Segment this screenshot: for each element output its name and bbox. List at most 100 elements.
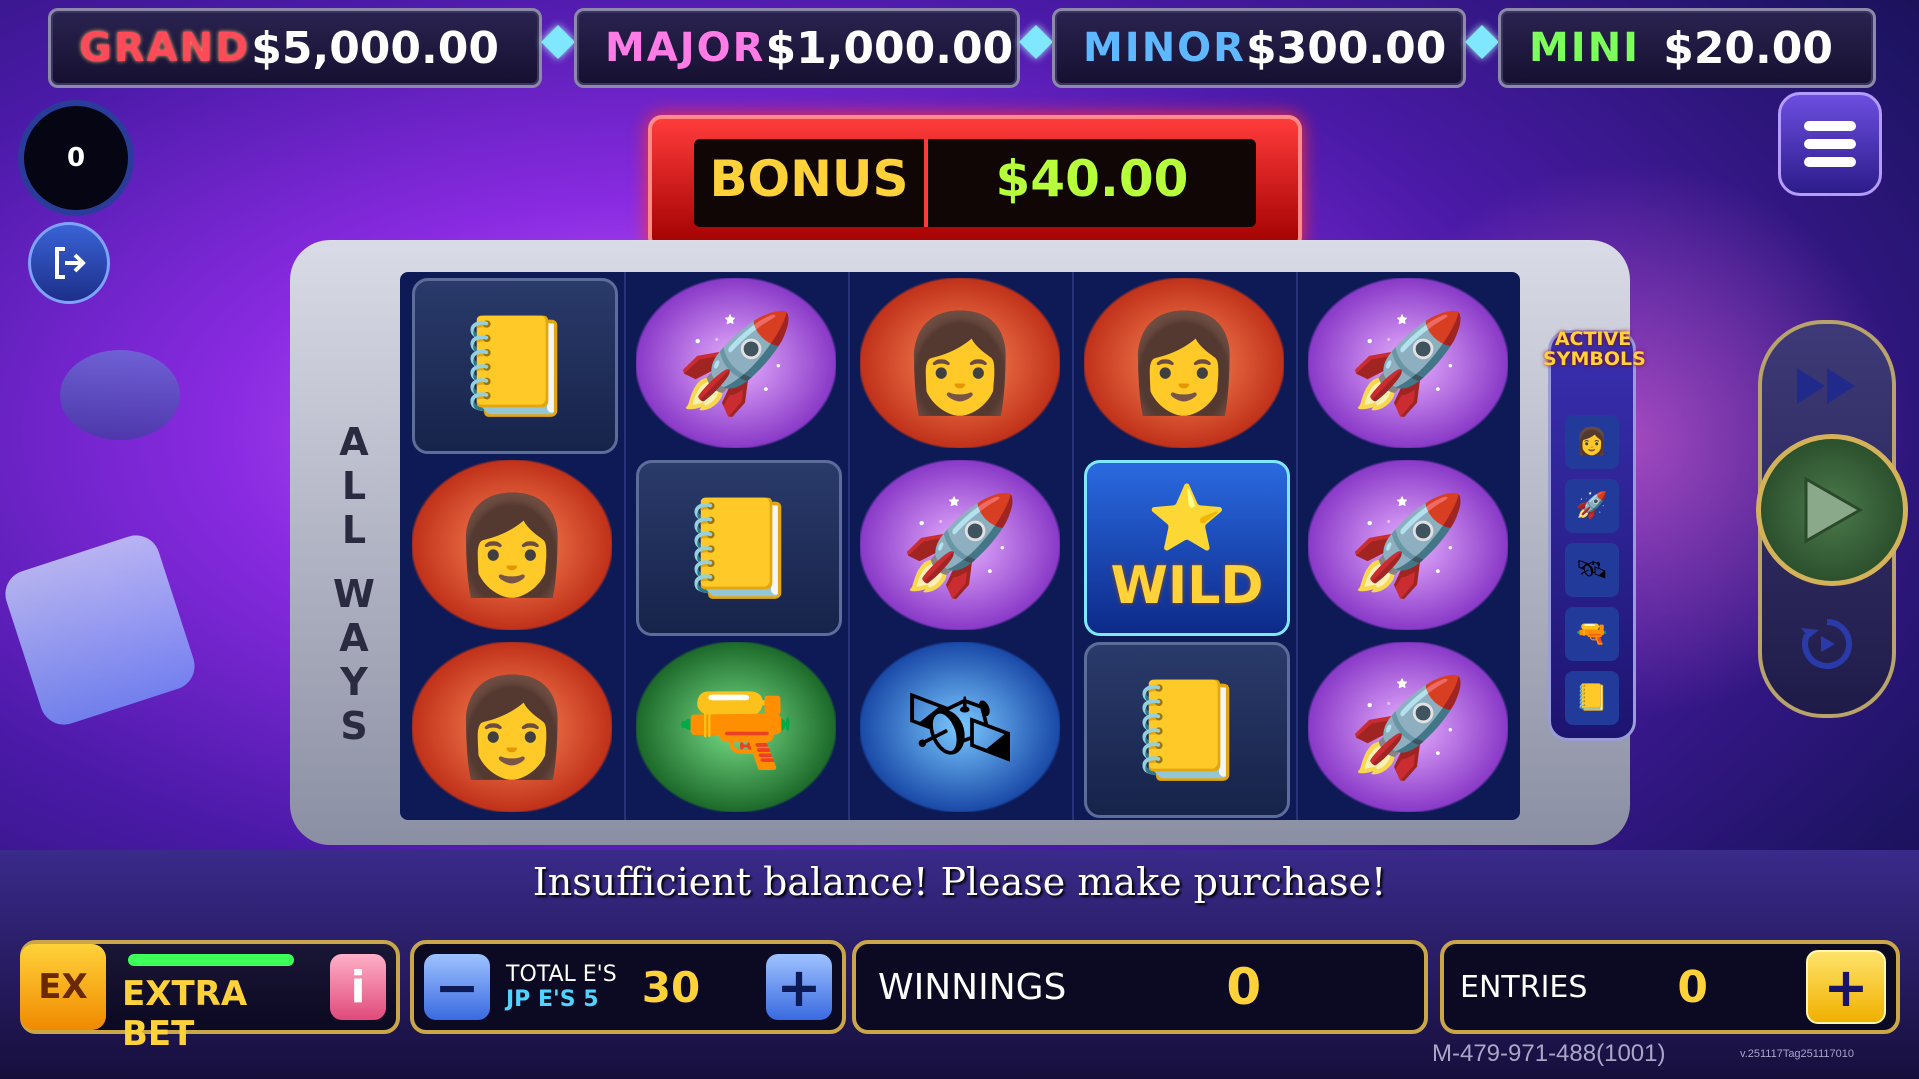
- reel-2: 🚀 📒 🔫: [624, 272, 850, 820]
- satellite-symbol-icon: 🛰: [860, 642, 1060, 812]
- rocket-symbol-icon: 🚀: [636, 278, 836, 448]
- rocket-glyph: 🚀: [1348, 488, 1468, 601]
- extra-bet-indicator: [128, 954, 294, 966]
- girl-symbol-icon: 👩: [412, 460, 612, 630]
- active-symbol-card-icon: 📒: [1565, 671, 1619, 725]
- status-message: Insufficient balance! Please make purcha…: [532, 860, 1387, 904]
- autoplay-button[interactable]: [1787, 604, 1867, 684]
- card-symbol-icon: 📒: [412, 278, 618, 454]
- bonus-display: BONUS $40.00: [694, 139, 1256, 227]
- card-glyph: 📒: [455, 309, 575, 422]
- minus-icon: −: [434, 955, 480, 1019]
- active-symbol-satellite-icon: 🛰: [1565, 543, 1619, 597]
- raygun-glyph: 🔫: [676, 670, 796, 783]
- jackpot-grand: GRAND $5,000.00: [48, 8, 542, 88]
- menu-button[interactable]: [1778, 92, 1882, 196]
- level-counter: 0: [18, 100, 134, 216]
- info-icon: i: [350, 961, 366, 1013]
- bonus-panel: BONUS $40.00: [648, 115, 1302, 251]
- extra-bet-label: EXTRA BET: [122, 974, 248, 1054]
- bonus-label: BONUS: [694, 139, 928, 227]
- card-glyph: 📒: [679, 491, 799, 604]
- jp-entries-label: JP E'S 5: [506, 987, 599, 1012]
- reel-4: 👩 ⭐ WILD 📒: [1072, 272, 1298, 820]
- add-entries-button[interactable]: +: [1806, 950, 1886, 1024]
- rocket-symbol-icon: 🚀: [1308, 642, 1508, 812]
- bonus-amount: $40.00: [995, 150, 1189, 208]
- jackpot-grand-amount: $5,000.00: [251, 22, 499, 74]
- girl-glyph: 👩: [452, 670, 572, 783]
- extra-bet-toggle[interactable]: EXTRA BET: [106, 944, 330, 1054]
- rocket-symbol-icon: 🚀: [1308, 278, 1508, 448]
- rocket-glyph: 🚀: [1348, 670, 1468, 783]
- rocket-glyph: 🚀: [900, 488, 1020, 601]
- jackpot-major: MAJOR $1,000.00: [574, 8, 1020, 88]
- version-label: v.251117Tag251117010: [1740, 1048, 1854, 1060]
- total-entries-label: TOTAL E'S: [506, 962, 617, 987]
- rocket-glyph: 🚀: [676, 306, 796, 419]
- active-symbol-rocket-icon: 🚀: [1565, 479, 1619, 533]
- card-symbol-icon: 📒: [636, 460, 842, 636]
- spin-button[interactable]: [1756, 434, 1908, 586]
- spin-controls: [1756, 320, 1908, 718]
- active-symbol-raygun-icon: 🔫: [1565, 607, 1619, 661]
- play-icon: [1804, 476, 1864, 544]
- jackpot-minor: MINOR $300.00: [1052, 8, 1466, 88]
- jackpot-major-amount: $1,000.00: [765, 22, 1014, 74]
- reel-grid: 📒 👩 👩 🚀 📒 🔫 👩 🚀 🛰 👩 ⭐ WILD 📒 🚀 🚀 🚀: [400, 272, 1520, 820]
- exit-button[interactable]: [28, 222, 110, 304]
- card-symbol-icon: 📒: [1084, 642, 1290, 818]
- all-ways-label: ALL WAYS: [328, 420, 380, 748]
- active-symbols-title-line2: SYMBOLS: [1543, 348, 1646, 370]
- gem-icon: [1019, 25, 1053, 59]
- gem-icon: [541, 25, 575, 59]
- active-symbols-title: ACTIVE SYMBOLS: [1543, 328, 1646, 370]
- winnings-panel: WINNINGS 0: [852, 940, 1428, 1034]
- exit-icon: [55, 247, 86, 279]
- jackpot-grand-label: GRAND: [79, 25, 251, 71]
- jackpot-mini-amount: $20.00: [1663, 22, 1833, 74]
- raygun-symbol-icon: 🔫: [636, 642, 836, 812]
- girl-glyph: 👩: [1124, 306, 1244, 419]
- plus-icon: +: [776, 955, 822, 1019]
- entries-panel: ENTRIES 0 +: [1440, 940, 1900, 1034]
- extra-bet-badge: EX: [20, 944, 106, 1030]
- turbo-button[interactable]: [1782, 346, 1872, 426]
- active-symbols-panel: ACTIVE SYMBOLS 👩 🚀 🛰 🔫 📒: [1543, 329, 1646, 741]
- active-symbols-title-line1: ACTIVE: [1554, 328, 1632, 350]
- girl-symbol-icon: 👩: [1084, 278, 1284, 448]
- all-ways-label-all: ALL: [332, 420, 376, 552]
- plus-icon: +: [1823, 955, 1869, 1019]
- bet-increase-button[interactable]: +: [766, 954, 832, 1020]
- winnings-value: 0: [1226, 958, 1262, 1016]
- entries-label: ENTRIES: [1460, 969, 1588, 1005]
- satellite-glyph: 🛰: [899, 670, 1021, 783]
- girl-glyph: 👩: [900, 306, 1020, 419]
- winnings-label: WINNINGS: [878, 966, 1067, 1008]
- fast-forward-icon: [1797, 368, 1855, 404]
- active-symbol-girl-icon: 👩: [1565, 415, 1619, 469]
- bet-value: 30: [641, 962, 701, 1012]
- all-ways-label-ways: WAYS: [332, 572, 376, 748]
- level-counter-value: 0: [66, 143, 86, 173]
- girl-symbol-icon: 👩: [860, 278, 1060, 448]
- menu-icon: [1804, 121, 1856, 167]
- rocket-symbol-icon: 🚀: [860, 460, 1060, 630]
- extra-bet-badge-text: EX: [38, 967, 88, 1007]
- bet-decrease-button[interactable]: −: [424, 954, 490, 1020]
- rocket-glyph: 🚀: [1348, 306, 1468, 419]
- extra-bet-info-button[interactable]: i: [330, 954, 386, 1020]
- jackpot-mini-label: MINI: [1529, 25, 1641, 71]
- jackpot-major-label: MAJOR: [605, 25, 766, 71]
- background-astronaut: [60, 350, 180, 440]
- reel-3: 👩 🚀 🛰: [848, 272, 1074, 820]
- autoplay-icon: [1801, 618, 1853, 669]
- bet-panel: − TOTAL E'S JP E'S 5 30 +: [410, 940, 846, 1034]
- girl-symbol-icon: 👩: [412, 642, 612, 812]
- entries-value: 0: [1677, 961, 1709, 1013]
- girl-glyph: 👩: [452, 488, 572, 601]
- reel-1: 📒 👩 👩: [400, 272, 626, 820]
- background-dice: [0, 529, 201, 731]
- gem-icon: [1465, 25, 1499, 59]
- bet-labels: TOTAL E'S JP E'S 5: [506, 962, 626, 1012]
